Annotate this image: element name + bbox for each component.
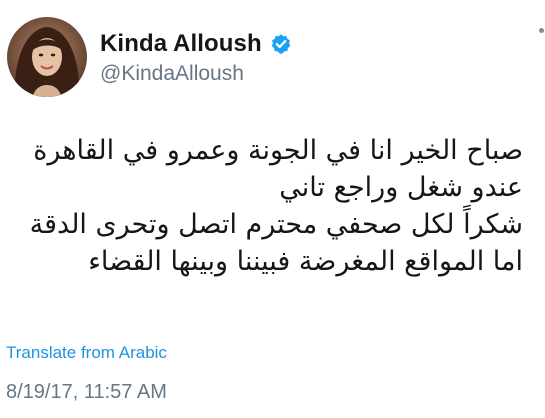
tweet-timestamp[interactable]: 8/19/17, 11:57 AM <box>6 381 167 404</box>
translate-link[interactable]: Translate from Arabic <box>6 343 167 363</box>
author-name-row: Kinda Alloush <box>100 30 292 58</box>
avatar[interactable] <box>7 17 87 97</box>
tweet-text-line: اما المواقع المغرضة فبيننا وبينها القضاء <box>88 246 523 277</box>
avatar-image <box>7 17 87 97</box>
tweet-text-line: عندو شغل وراجع تاني <box>279 172 523 203</box>
tweet-card: Kinda Alloush @KindaAlloush صباح الخير ا… <box>0 0 545 418</box>
author-handle[interactable]: @KindaAlloush <box>100 62 244 86</box>
tweet-text-line: صباح الخير انا في الجونة وعمرو في القاهر… <box>33 135 523 166</box>
more-options-icon[interactable] <box>539 28 544 33</box>
tweet-text-line: شكراً لكل صحفي محترم اتصل وتحرى الدقة <box>29 209 523 240</box>
tweet-text: صباح الخير انا في الجونة وعمرو في القاهر… <box>18 132 523 280</box>
verified-badge-icon <box>270 33 292 55</box>
author-display-name[interactable]: Kinda Alloush <box>100 30 262 58</box>
